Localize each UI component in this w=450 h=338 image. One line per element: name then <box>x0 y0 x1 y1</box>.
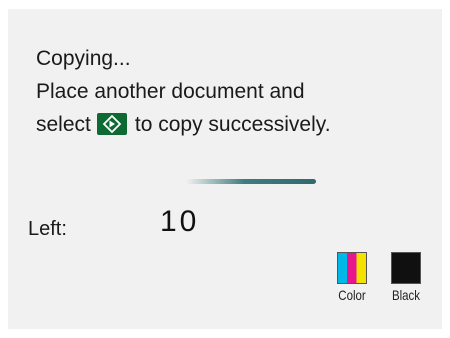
copies-left-label: Left: <box>28 218 67 240</box>
progress-fill <box>186 179 316 184</box>
copies-left-value: 10 <box>160 205 200 238</box>
black-ink-label: Black <box>391 287 421 303</box>
copy-successively-text: to copy successively. <box>134 113 331 136</box>
select-text: select <box>36 113 91 136</box>
black-ink-status: Black <box>381 252 431 303</box>
start-key-icon <box>96 113 127 135</box>
progress-indicator <box>186 179 316 184</box>
instruction-line: Place another document and <box>36 80 305 103</box>
color-ink-tank-icon <box>337 252 367 284</box>
black-ink-tank-icon <box>391 252 421 284</box>
color-ink-status: Color <box>327 252 377 303</box>
status-line: Copying... <box>36 47 131 70</box>
copy-status-message: Copying... Place another document and se… <box>36 42 331 141</box>
instruction-line-2: select to copy successively. <box>36 108 331 141</box>
color-ink-label: Color <box>338 287 366 303</box>
